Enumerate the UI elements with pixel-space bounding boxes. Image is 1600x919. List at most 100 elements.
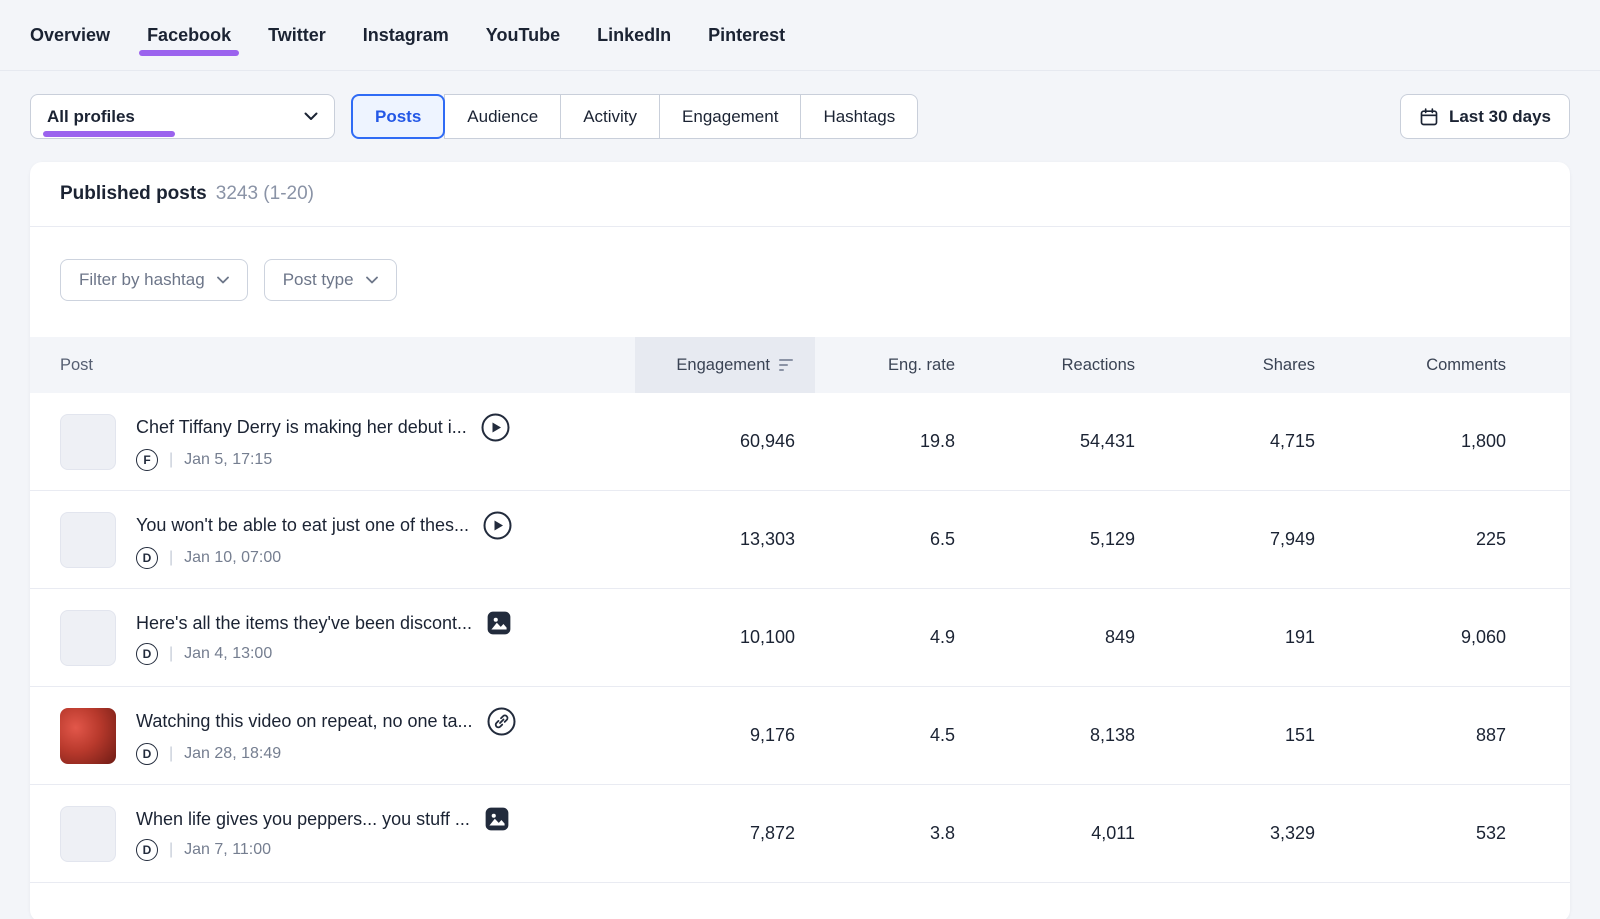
post-cell: You won't be able to eat just one of the… xyxy=(30,511,635,569)
nav-tab-twitter[interactable]: Twitter xyxy=(268,3,326,68)
post-title[interactable]: When life gives you peppers... you stuff… xyxy=(136,809,470,830)
post-info: Watching this video on repeat, no one ta… xyxy=(136,707,516,765)
engagement-value: 13,303 xyxy=(635,529,815,550)
post-thumbnail[interactable] xyxy=(60,708,116,764)
column-header-eng-rate[interactable]: Eng. rate xyxy=(815,337,975,393)
table-row[interactable]: You won't be able to eat just one of the… xyxy=(30,491,1570,589)
meta-separator: | xyxy=(169,745,173,763)
post-thumbnail[interactable] xyxy=(60,806,116,862)
date-range-label: Last 30 days xyxy=(1449,107,1551,127)
profile-select-highlight xyxy=(43,131,175,137)
nav-tab-overview[interactable]: Overview xyxy=(30,3,110,68)
network-badge: D xyxy=(136,547,158,569)
column-header-post[interactable]: Post xyxy=(30,337,635,393)
reactions-value: 4,011 xyxy=(975,823,1155,844)
comments-value: 9,060 xyxy=(1335,627,1570,648)
table-row[interactable]: Watching this video on repeat, no one ta… xyxy=(30,687,1570,785)
engagement-value: 60,946 xyxy=(635,431,815,452)
comments-value: 225 xyxy=(1335,529,1570,550)
shares-value: 4,715 xyxy=(1155,431,1335,452)
reactions-value: 849 xyxy=(975,627,1155,648)
shares-value: 151 xyxy=(1155,725,1335,746)
tab-audience[interactable]: Audience xyxy=(444,94,561,139)
tab-activity[interactable]: Activity xyxy=(560,94,660,139)
network-badge: D xyxy=(136,839,158,861)
photo-icon xyxy=(486,610,512,636)
channel-nav: Overview Facebook Twitter Instagram YouT… xyxy=(0,0,1600,71)
published-posts-card: Published posts 3243 (1-20) Filter by ha… xyxy=(30,162,1570,919)
network-badge: D xyxy=(136,643,158,665)
chevron-down-icon xyxy=(217,276,229,284)
meta-separator: | xyxy=(169,451,173,469)
post-info: Chef Tiffany Derry is making her debut i… xyxy=(136,413,510,471)
nav-tab-linkedin[interactable]: LinkedIn xyxy=(597,3,671,68)
table-header: Post Engagement Eng. rate Reactions Shar… xyxy=(30,337,1570,393)
shares-value: 191 xyxy=(1155,627,1335,648)
engagement-value: 7,872 xyxy=(635,823,815,844)
date-range-button[interactable]: Last 30 days xyxy=(1400,94,1570,139)
post-title[interactable]: You won't be able to eat just one of the… xyxy=(136,515,469,536)
filter-by-hashtag-label: Filter by hashtag xyxy=(79,270,205,290)
column-header-comments[interactable]: Comments xyxy=(1335,337,1570,393)
post-info: Here's all the items they've been discon… xyxy=(136,610,512,665)
video-play-icon xyxy=(481,413,510,442)
post-title[interactable]: Chef Tiffany Derry is making her debut i… xyxy=(136,417,467,438)
post-thumbnail[interactable] xyxy=(60,610,116,666)
post-thumbnail[interactable] xyxy=(60,414,116,470)
column-header-shares[interactable]: Shares xyxy=(1155,337,1335,393)
eng-rate-value: 3.8 xyxy=(815,823,975,844)
post-date: Jan 4, 13:00 xyxy=(184,645,272,663)
chevron-down-icon xyxy=(304,112,318,121)
tab-posts[interactable]: Posts xyxy=(351,94,445,139)
table-filters: Filter by hashtag Post type xyxy=(30,227,1570,337)
post-date: Jan 10, 07:00 xyxy=(184,549,281,567)
table-row[interactable]: Here's all the items they've been discon… xyxy=(30,589,1570,687)
post-type-button[interactable]: Post type xyxy=(264,259,397,301)
eng-rate-value: 6.5 xyxy=(815,529,975,550)
post-date: Jan 7, 11:00 xyxy=(184,841,271,859)
engagement-value: 10,100 xyxy=(635,627,815,648)
column-header-reactions[interactable]: Reactions xyxy=(975,337,1155,393)
post-info: You won't be able to eat just one of the… xyxy=(136,511,512,569)
eng-rate-value: 4.9 xyxy=(815,627,975,648)
card-title: Published posts xyxy=(60,183,207,205)
post-cell: Here's all the items they've been discon… xyxy=(30,610,635,666)
post-date: Jan 5, 17:15 xyxy=(184,451,272,469)
column-header-engagement[interactable]: Engagement xyxy=(635,337,815,393)
meta-separator: | xyxy=(169,549,173,567)
table-row[interactable]: When life gives you peppers... you stuff… xyxy=(30,785,1570,883)
tab-hashtags[interactable]: Hashtags xyxy=(800,94,918,139)
post-date: Jan 28, 18:49 xyxy=(184,745,281,763)
post-info: When life gives you peppers... you stuff… xyxy=(136,806,510,861)
column-header-engagement-label: Engagement xyxy=(676,356,770,375)
network-badge: D xyxy=(136,743,158,765)
reactions-value: 8,138 xyxy=(975,725,1155,746)
nav-tab-instagram[interactable]: Instagram xyxy=(363,3,449,68)
nav-tab-facebook[interactable]: Facebook xyxy=(147,3,231,68)
reactions-value: 54,431 xyxy=(975,431,1155,452)
video-play-icon xyxy=(483,511,512,540)
table-row[interactable]: Chef Tiffany Derry is making her debut i… xyxy=(30,393,1570,491)
post-cell: Watching this video on repeat, no one ta… xyxy=(30,707,635,765)
reactions-value: 5,129 xyxy=(975,529,1155,550)
nav-tab-youtube[interactable]: YouTube xyxy=(486,3,560,68)
profile-select[interactable]: All profiles xyxy=(30,94,335,139)
nav-tab-pinterest[interactable]: Pinterest xyxy=(708,3,785,68)
card-header: Published posts 3243 (1-20) xyxy=(30,162,1570,227)
post-title[interactable]: Watching this video on repeat, no one ta… xyxy=(136,711,473,732)
chevron-down-icon xyxy=(366,276,378,284)
posts-count: 3243 (1-20) xyxy=(216,183,314,205)
post-cell: When life gives you peppers... you stuff… xyxy=(30,806,635,862)
photo-icon xyxy=(484,806,510,832)
calendar-icon xyxy=(1419,107,1439,127)
post-title[interactable]: Here's all the items they've been discon… xyxy=(136,613,472,634)
meta-separator: | xyxy=(169,841,173,859)
comments-value: 532 xyxy=(1335,823,1570,844)
filter-by-hashtag-button[interactable]: Filter by hashtag xyxy=(60,259,248,301)
tab-engagement[interactable]: Engagement xyxy=(659,94,801,139)
profile-select-value: All profiles xyxy=(47,107,135,127)
sort-descending-icon xyxy=(779,359,795,371)
post-thumbnail[interactable] xyxy=(60,512,116,568)
eng-rate-value: 4.5 xyxy=(815,725,975,746)
shares-value: 7,949 xyxy=(1155,529,1335,550)
